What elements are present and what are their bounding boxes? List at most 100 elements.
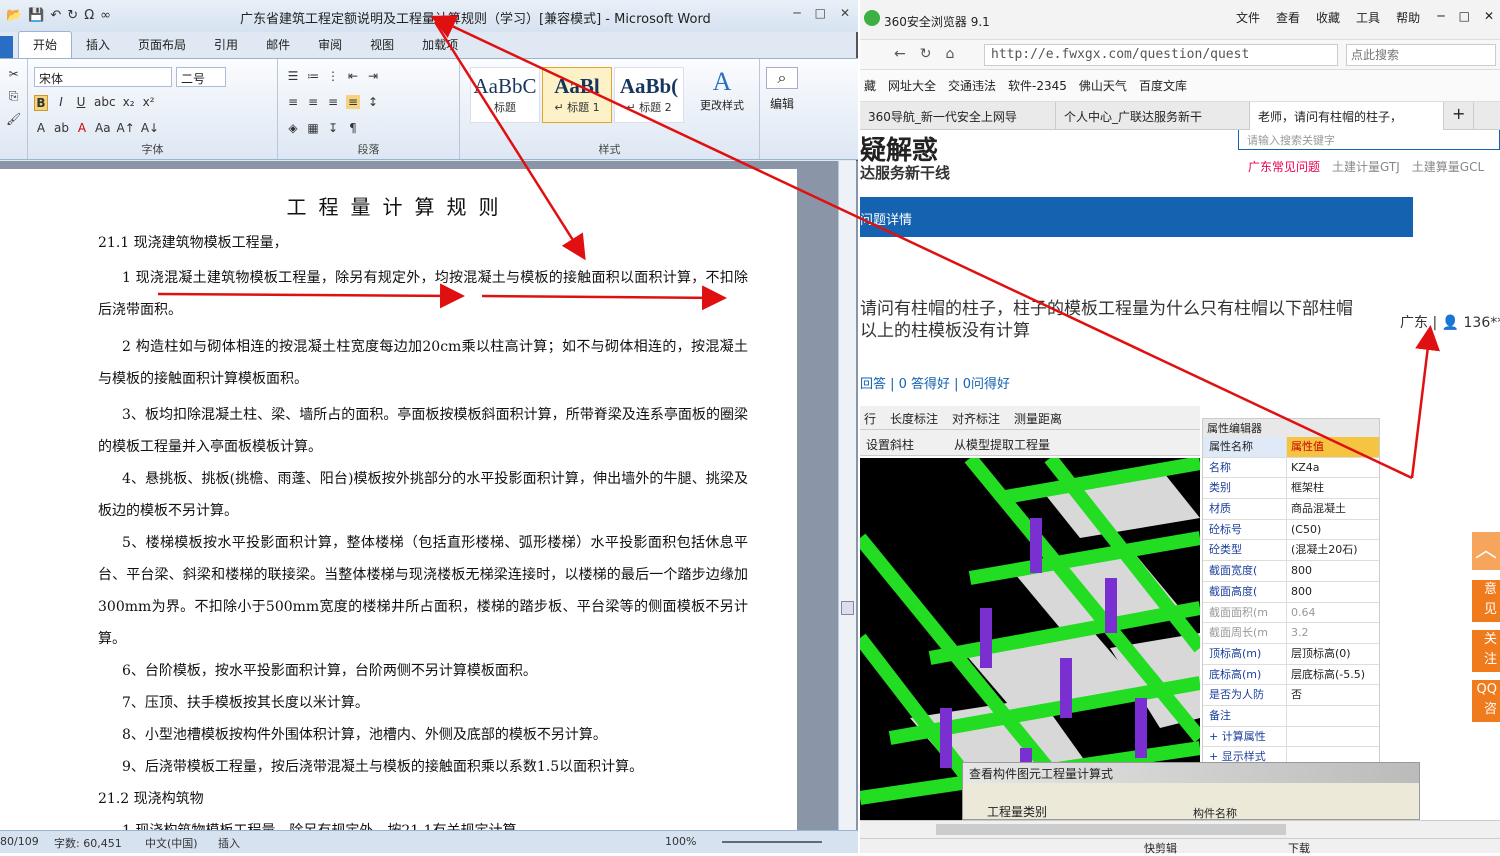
prop-value[interactable]: 800 — [1287, 582, 1379, 602]
show-marks-icon[interactable]: ¶ — [346, 121, 360, 135]
zoom-level[interactable]: 100% — [665, 835, 696, 848]
style-heading2[interactable]: AaBb( ↵ 标题 2 — [614, 67, 684, 123]
menu-favorites[interactable]: 收藏 — [1316, 9, 1340, 26]
change-case-icon[interactable]: Aa — [95, 121, 111, 135]
prop-value[interactable]: 否 — [1287, 685, 1379, 705]
fav-item-2[interactable]: 交通违法 — [948, 77, 996, 94]
close-icon[interactable]: ✕ — [840, 6, 850, 20]
prop-row[interactable]: 名称 KZ4a — [1203, 457, 1379, 479]
cut-icon[interactable]: ✂ — [6, 67, 21, 81]
link-gcl[interactable]: 土建算量GCL — [1412, 158, 1484, 175]
multilevel-icon[interactable]: ⋮ — [326, 69, 340, 83]
numbering-icon[interactable]: ≔ — [306, 69, 320, 83]
menu-tools[interactable]: 工具 — [1356, 9, 1380, 26]
superscript-button[interactable]: x² — [142, 95, 156, 111]
tab-references[interactable]: 引用 — [200, 32, 252, 58]
prop-row[interactable]: 砼标号 (C50) — [1203, 519, 1379, 541]
prop-row[interactable]: 截面宽度(800 — [1203, 561, 1379, 582]
prop-row[interactable]: 砼类型 (混凝土20石) — [1203, 540, 1379, 562]
fav-item-3[interactable]: 软件-2345 — [1008, 77, 1067, 94]
line-spacing-icon[interactable]: ↕ — [366, 95, 380, 109]
grow-font-icon[interactable]: A↑ — [117, 121, 135, 135]
fav-item-0[interactable]: 藏 — [864, 77, 876, 94]
tab-review[interactable]: 审阅 — [304, 32, 356, 58]
align-right-icon[interactable]: ≡ — [326, 95, 340, 109]
style-heading1[interactable]: AaBl ↵ 标题 1 — [542, 67, 612, 123]
format-painter-icon[interactable]: 🖌 — [6, 112, 21, 126]
justify-icon[interactable]: ≡ — [346, 95, 360, 109]
url-input[interactable]: http://e.fwxgx.com/question/quest — [984, 44, 1338, 66]
tab-view[interactable]: 视图 — [356, 32, 408, 58]
open-icon[interactable]: 📂 — [6, 8, 22, 23]
tab-layout[interactable]: 页面布局 — [124, 32, 200, 58]
scroll-thumb[interactable] — [841, 601, 854, 615]
vertical-scrollbar[interactable] — [838, 161, 856, 830]
bold-button[interactable]: B — [34, 95, 48, 111]
home-icon[interactable]: ⌂ — [945, 46, 954, 62]
feedback-button[interactable]: 意见反馈 — [1472, 580, 1500, 622]
link-gd-faq[interactable]: 广东常见问题 — [1248, 158, 1320, 175]
link-gtj[interactable]: 土建计量GTJ — [1332, 158, 1400, 175]
prop-row[interactable]: 材质 商品混凝土 — [1203, 499, 1379, 520]
prop-row[interactable]: 备注 — [1203, 705, 1379, 727]
browser-hscrollbar[interactable] — [860, 820, 1500, 838]
font-size-select[interactable]: 二号 — [176, 67, 226, 87]
fav-item-4[interactable]: 佛山天气 — [1079, 77, 1127, 94]
font-name-select[interactable]: 宋体 — [34, 67, 172, 87]
follow-us-button[interactable]: 关注我们 — [1472, 630, 1500, 672]
text-effect-icon[interactable]: A — [34, 121, 48, 135]
border-icon[interactable]: ▦ — [306, 121, 320, 135]
hscroll-thumb[interactable] — [936, 824, 1286, 835]
bullets-icon[interactable]: ☰ — [286, 69, 300, 83]
prop-value[interactable]: 商品混凝土 — [1287, 499, 1379, 519]
font-color-icon[interactable]: A — [75, 121, 89, 135]
prop-row[interactable]: 是否为人防否 — [1203, 685, 1379, 706]
increase-indent-icon[interactable]: ⇥ — [366, 69, 380, 83]
undo-icon[interactable]: ↶ — [50, 8, 61, 23]
new-tab-button[interactable]: + — [1444, 102, 1474, 130]
browser-close-icon[interactable]: ✕ — [1484, 9, 1494, 23]
cad-tool-1[interactable]: 长度标注 — [890, 410, 938, 426]
underline-button[interactable]: U — [74, 95, 88, 111]
browser-maximize-icon[interactable]: □ — [1459, 9, 1470, 23]
browser-minimize-icon[interactable]: ─ — [1437, 9, 1444, 23]
prop-value[interactable]: 框架柱 — [1287, 478, 1379, 498]
prop-row[interactable]: 截面高度(800 — [1203, 581, 1379, 603]
minimize-icon[interactable]: ─ — [793, 6, 800, 20]
cad-tool-3[interactable]: 测量距离 — [1014, 410, 1062, 426]
set-slant-column-button[interactable]: 设置斜柱 — [866, 436, 914, 452]
change-styles-button[interactable]: A 更改样式 — [694, 67, 750, 113]
prop-value[interactable] — [1287, 706, 1379, 726]
zoom-slider[interactable] — [722, 841, 822, 843]
download-button[interactable]: 下载 — [1288, 840, 1310, 856]
prop-value[interactable]: 0.64 — [1287, 603, 1379, 623]
tab-insert[interactable]: 插入 — [72, 32, 124, 58]
prop-value[interactable]: (C50) — [1287, 520, 1379, 540]
document-page[interactable]: 工程量计算规则 21.1 现浇建筑物模板工程量， 1 现浇混凝土建筑物模板工程量… — [0, 169, 797, 830]
prop-row[interactable]: 底标高(m) 层底标高(-5.5) — [1203, 664, 1379, 686]
search-input[interactable] — [1346, 44, 1496, 66]
refresh-icon[interactable]: ↻ — [920, 46, 932, 62]
prop-row[interactable]: + 计算属性 — [1203, 726, 1379, 748]
symbol-icon[interactable]: Ω — [84, 8, 94, 23]
cad-tool-0[interactable]: 行 — [864, 410, 876, 426]
menu-file[interactable]: 文件 — [1236, 9, 1260, 26]
menu-help[interactable]: 帮助 — [1396, 9, 1420, 26]
prop-value[interactable]: 3.2 — [1287, 623, 1379, 643]
fav-item-1[interactable]: 网址大全 — [888, 77, 936, 94]
insert-mode[interactable]: 插入 — [218, 835, 240, 851]
shading-icon[interactable]: ◈ — [286, 121, 300, 135]
tab-addins[interactable]: 加载项 — [408, 32, 472, 58]
prop-row[interactable]: 类别 框架柱 — [1203, 478, 1379, 500]
link-icon[interactable]: ∞ — [100, 8, 111, 23]
prop-value[interactable]: (混凝土20石) — [1287, 540, 1379, 560]
word-count[interactable]: 字数: 60,451 — [54, 835, 122, 851]
cad-tool-2[interactable]: 对齐标注 — [952, 410, 1000, 426]
style-title[interactable]: AaBbC 标题 — [470, 67, 540, 123]
extract-quantity-button[interactable]: 从模型提取工程量 — [954, 436, 1050, 452]
shrink-font-icon[interactable]: A↓ — [141, 121, 159, 135]
decrease-indent-icon[interactable]: ⇤ — [346, 69, 360, 83]
back-icon[interactable]: ← — [894, 46, 906, 62]
browser-tab-0[interactable]: 360导航_新一代安全上网导 — [860, 102, 1056, 130]
save-icon[interactable]: 💾 — [28, 8, 44, 23]
